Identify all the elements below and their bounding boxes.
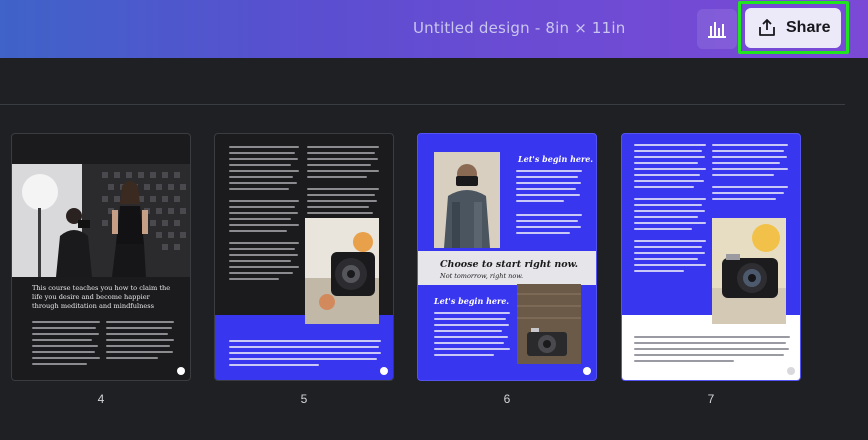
camera-photo-image xyxy=(305,218,379,324)
page-thumbnail-5[interactable] xyxy=(214,133,394,381)
share-label: Share xyxy=(786,19,831,36)
page-6-heading-bottom: Let's begin here. xyxy=(434,296,510,306)
corner-badge-icon xyxy=(380,367,388,375)
page-6-banner: Choose to start right now. Not tomorrow,… xyxy=(418,251,596,285)
page-6-heading-top: Let's begin here. xyxy=(518,154,594,164)
page-6-banner-main: Choose to start right now. xyxy=(440,259,579,270)
corner-badge-icon xyxy=(177,367,185,375)
share-button[interactable]: Share xyxy=(745,8,841,48)
photo-studio-image xyxy=(12,164,190,277)
page-thumbnail-6[interactable]: Let's begin here. Choose to start right … xyxy=(417,133,597,381)
page-number: 6 xyxy=(503,392,511,406)
top-toolbar: Untitled design - 8in × 11in Share xyxy=(0,0,868,58)
vintage-camera-image xyxy=(517,284,581,364)
camera-photo-image xyxy=(712,218,786,324)
page-thumbnail-4[interactable]: This course teaches you how to claim the… xyxy=(11,133,191,381)
upload-icon xyxy=(759,19,775,36)
divider xyxy=(0,104,845,105)
page-thumbnail-7[interactable] xyxy=(621,133,801,381)
page-6-banner-sub: Not tomorrow, right now. xyxy=(440,272,524,280)
corner-badge-icon xyxy=(787,367,795,375)
page-number: 5 xyxy=(300,392,308,406)
insights-button[interactable] xyxy=(697,9,737,49)
page-number: 7 xyxy=(707,392,715,406)
design-title[interactable]: Untitled design - 8in × 11in xyxy=(413,19,626,37)
bar-chart-icon xyxy=(708,22,726,38)
photographer-photo-image xyxy=(434,152,500,248)
corner-badge-icon xyxy=(583,367,591,375)
page-4-headline: This course teaches you how to claim the… xyxy=(32,284,171,310)
page-number: 4 xyxy=(97,392,105,406)
